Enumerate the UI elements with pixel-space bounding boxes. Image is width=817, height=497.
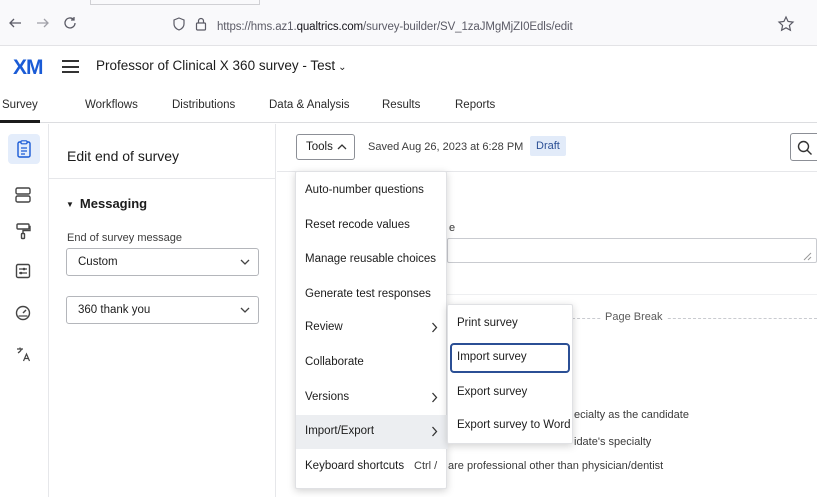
url-path: /survey-builder/SV_1zaJMgMjZI0Edls/edit (363, 21, 573, 33)
text-entry-box[interactable] (447, 238, 817, 263)
tab-workflows[interactable]: Workflows (85, 99, 138, 111)
left-icon-rail (0, 124, 49, 497)
submenu-item-import-survey[interactable]: Import survey (448, 341, 574, 375)
reload-icon[interactable] (61, 15, 79, 33)
forward-arrow-icon[interactable] (34, 15, 52, 33)
chevron-down-icon (240, 307, 250, 313)
menu-item-label: Review (305, 321, 343, 333)
rail-item-survey[interactable] (8, 134, 40, 164)
draft-badge: Draft (530, 136, 566, 156)
back-arrow-icon[interactable] (6, 15, 24, 33)
shield-icon[interactable] (172, 17, 186, 31)
tools-button-label: Tools (306, 141, 333, 153)
divider (49, 178, 276, 179)
submenu-item-export-survey[interactable]: Export survey (448, 376, 574, 410)
submenu-item-print-survey[interactable]: Print survey (448, 307, 574, 341)
chevron-right-icon (432, 392, 438, 403)
page-break-label: Page Break (601, 311, 667, 323)
menu-item-label: Keyboard shortcuts (305, 460, 405, 472)
tab-reports[interactable]: Reports (455, 99, 495, 111)
message-library-select[interactable]: 360 thank you (66, 296, 259, 324)
menu-item-label: Versions (305, 391, 350, 403)
chevron-down-icon (240, 259, 250, 265)
xm-logo[interactable]: XM (13, 56, 43, 80)
messaging-section-toggle[interactable]: ▼ Messaging (66, 196, 147, 211)
tools-dropdown-menu: Auto-number questions Reset recode value… (295, 171, 448, 489)
saved-status: Saved Aug 26, 2023 at 6:28 PM (368, 141, 524, 153)
section-title: Messaging (79, 196, 148, 211)
browser-toolbar: https://hms.az1.qualtrics.com/survey-bui… (0, 0, 817, 46)
menu-item-reset-recode-values[interactable]: Reset recode values (296, 209, 448, 243)
import-export-submenu: Print survey Import survey Export survey… (447, 304, 573, 444)
flow-icon[interactable] (14, 186, 34, 206)
tab-distributions[interactable]: Distributions (172, 99, 235, 111)
message-type-select[interactable]: Custom (66, 248, 259, 276)
options-icon[interactable] (14, 262, 34, 282)
edit-end-of-survey-panel: Edit end of survey ▼ Messaging End of sur… (49, 124, 276, 497)
project-title-text: Professor of Clinical X 360 survey - Tes… (96, 58, 336, 73)
tab-results[interactable]: Results (382, 99, 420, 111)
menu-item-label: Generate test responses (305, 288, 431, 300)
app-header: XM Professor of Clinical X 360 survey - … (0, 46, 817, 89)
choice-fragment: are professional other than physician/de… (448, 460, 664, 472)
url-prefix: https://hms.az1. (217, 21, 297, 33)
menu-item-versions[interactable]: Versions (296, 381, 448, 415)
divider (447, 294, 817, 295)
submenu-item-label: Export survey (457, 386, 528, 398)
caret-down-icon: ▼ (66, 200, 74, 209)
choice-fragment: ecialty as the candidate (574, 409, 689, 421)
submenu-item-label: Print survey (457, 317, 518, 329)
menu-item-label: Reset recode values (305, 219, 410, 231)
choice-fragment: idate's specialty (574, 436, 652, 448)
tools-icon[interactable] (14, 304, 34, 324)
menu-item-label: Collaborate (305, 356, 364, 368)
project-title[interactable]: Professor of Clinical X 360 survey - Tes… (96, 58, 347, 73)
chevron-up-icon (337, 144, 347, 150)
browser-tab-edge (90, 0, 260, 5)
select-value: 360 thank you (78, 304, 151, 316)
menu-item-keyboard-shortcuts[interactable]: Keyboard shortcuts Ctrl / (296, 450, 448, 484)
menu-item-generate-test-responses[interactable]: Generate test responses (296, 278, 448, 312)
menu-item-manage-reusable-choices[interactable]: Manage reusable choices (296, 243, 448, 277)
menu-item-auto-number-questions[interactable]: Auto-number questions (296, 174, 448, 208)
menu-item-import-export[interactable]: Import/Export (296, 415, 448, 449)
select-value: Custom (78, 256, 118, 268)
submenu-item-label: Export survey to Word (457, 419, 571, 431)
chevron-right-icon (432, 426, 438, 437)
resize-handle-icon[interactable] (803, 252, 812, 261)
chevron-right-icon (432, 322, 438, 333)
url-domain: qualtrics.com (296, 21, 364, 33)
question-text-fragment: e (449, 222, 456, 234)
tab-survey[interactable]: Survey (0, 99, 40, 123)
submenu-item-export-survey-to-word[interactable]: Export survey to Word (448, 409, 574, 443)
panel-title: Edit end of survey (67, 148, 180, 164)
search-icon (797, 140, 812, 155)
menu-item-review[interactable]: Review (296, 311, 448, 345)
lock-icon[interactable] (194, 17, 208, 31)
survey-icon (17, 140, 31, 158)
search-button[interactable] (790, 133, 817, 161)
look-and-feel-icon[interactable] (14, 222, 34, 242)
keyboard-shortcut-hint: Ctrl / (414, 460, 438, 472)
chevron-down-icon: ⌄ (338, 62, 347, 73)
hamburger-menu-icon[interactable] (62, 60, 79, 73)
end-of-survey-message-label: End of survey message (67, 232, 182, 244)
menu-item-label: Import/Export (305, 425, 375, 437)
menu-item-label: Auto-number questions (305, 184, 424, 196)
translate-icon[interactable] (14, 345, 34, 365)
menu-item-label: Manage reusable choices (305, 253, 437, 265)
bookmark-star-icon[interactable] (777, 15, 795, 33)
menu-item-collaborate[interactable]: Collaborate (296, 346, 448, 380)
tools-button[interactable]: Tools (296, 134, 355, 160)
top-nav-tabs: Survey Workflows Distributions Data & An… (0, 89, 817, 123)
submenu-item-label: Import survey (457, 351, 527, 363)
tab-data-analysis[interactable]: Data & Analysis (269, 99, 350, 111)
address-bar-url[interactable]: https://hms.az1.qualtrics.com/survey-bui… (217, 21, 573, 33)
